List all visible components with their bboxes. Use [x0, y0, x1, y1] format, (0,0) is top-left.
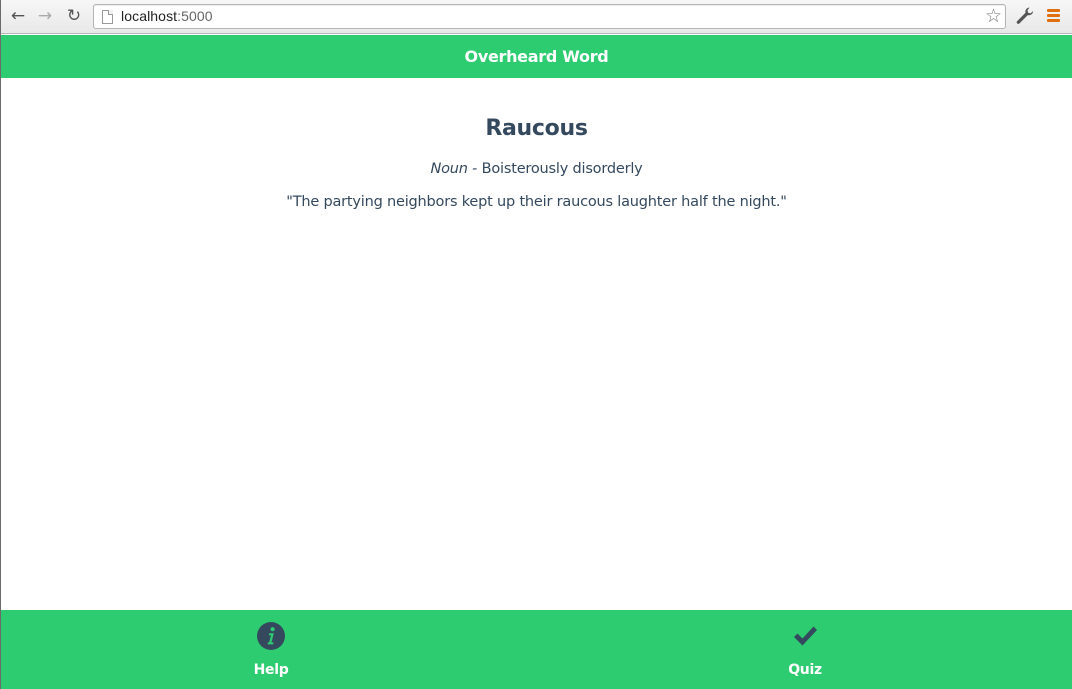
app-title: Overheard Word — [464, 47, 609, 66]
word-card: Raucous Noun - Boisterously disorderly "… — [1, 78, 1072, 210]
help-button[interactable]: Help — [211, 610, 331, 689]
help-label: Help — [253, 662, 289, 678]
wrench-icon[interactable] — [1015, 6, 1035, 26]
quiz-button[interactable]: Quiz — [745, 610, 865, 689]
definition-text: Boisterously disorderly — [481, 161, 643, 177]
info-icon — [257, 622, 285, 650]
page-icon — [102, 10, 113, 24]
browser-window: ← → ↻ localhost:5000 ☆ Overheard Word Ra… — [0, 0, 1072, 689]
app-footer: Help Quiz — [1, 610, 1072, 689]
url-host: localhost — [121, 8, 178, 24]
url-port: :5000 — [177, 8, 213, 24]
word-title: Raucous — [485, 116, 588, 141]
checkmark-icon — [791, 622, 819, 650]
example-sentence: "The partying neighbors kept up their ra… — [286, 194, 787, 210]
definition-line: Noun - Boisterously disorderly — [1, 161, 1072, 177]
address-bar[interactable]: localhost:5000 ☆ — [93, 4, 1006, 29]
browser-toolbar: ← → ↻ localhost:5000 ☆ — [1, 0, 1072, 34]
quiz-label: Quiz — [788, 662, 822, 678]
star-icon[interactable]: ☆ — [985, 5, 1002, 27]
arrow-right-icon[interactable]: → — [34, 5, 56, 27]
reload-icon[interactable]: ↻ — [63, 5, 85, 27]
arrow-left-icon[interactable]: ← — [7, 5, 29, 27]
part-of-speech: Noun — [430, 161, 468, 177]
url-text[interactable]: localhost:5000 — [121, 8, 213, 24]
app-header: Overheard Word — [1, 35, 1072, 78]
definition-separator: - — [467, 161, 482, 177]
hamburger-menu-icon[interactable] — [1047, 9, 1061, 23]
